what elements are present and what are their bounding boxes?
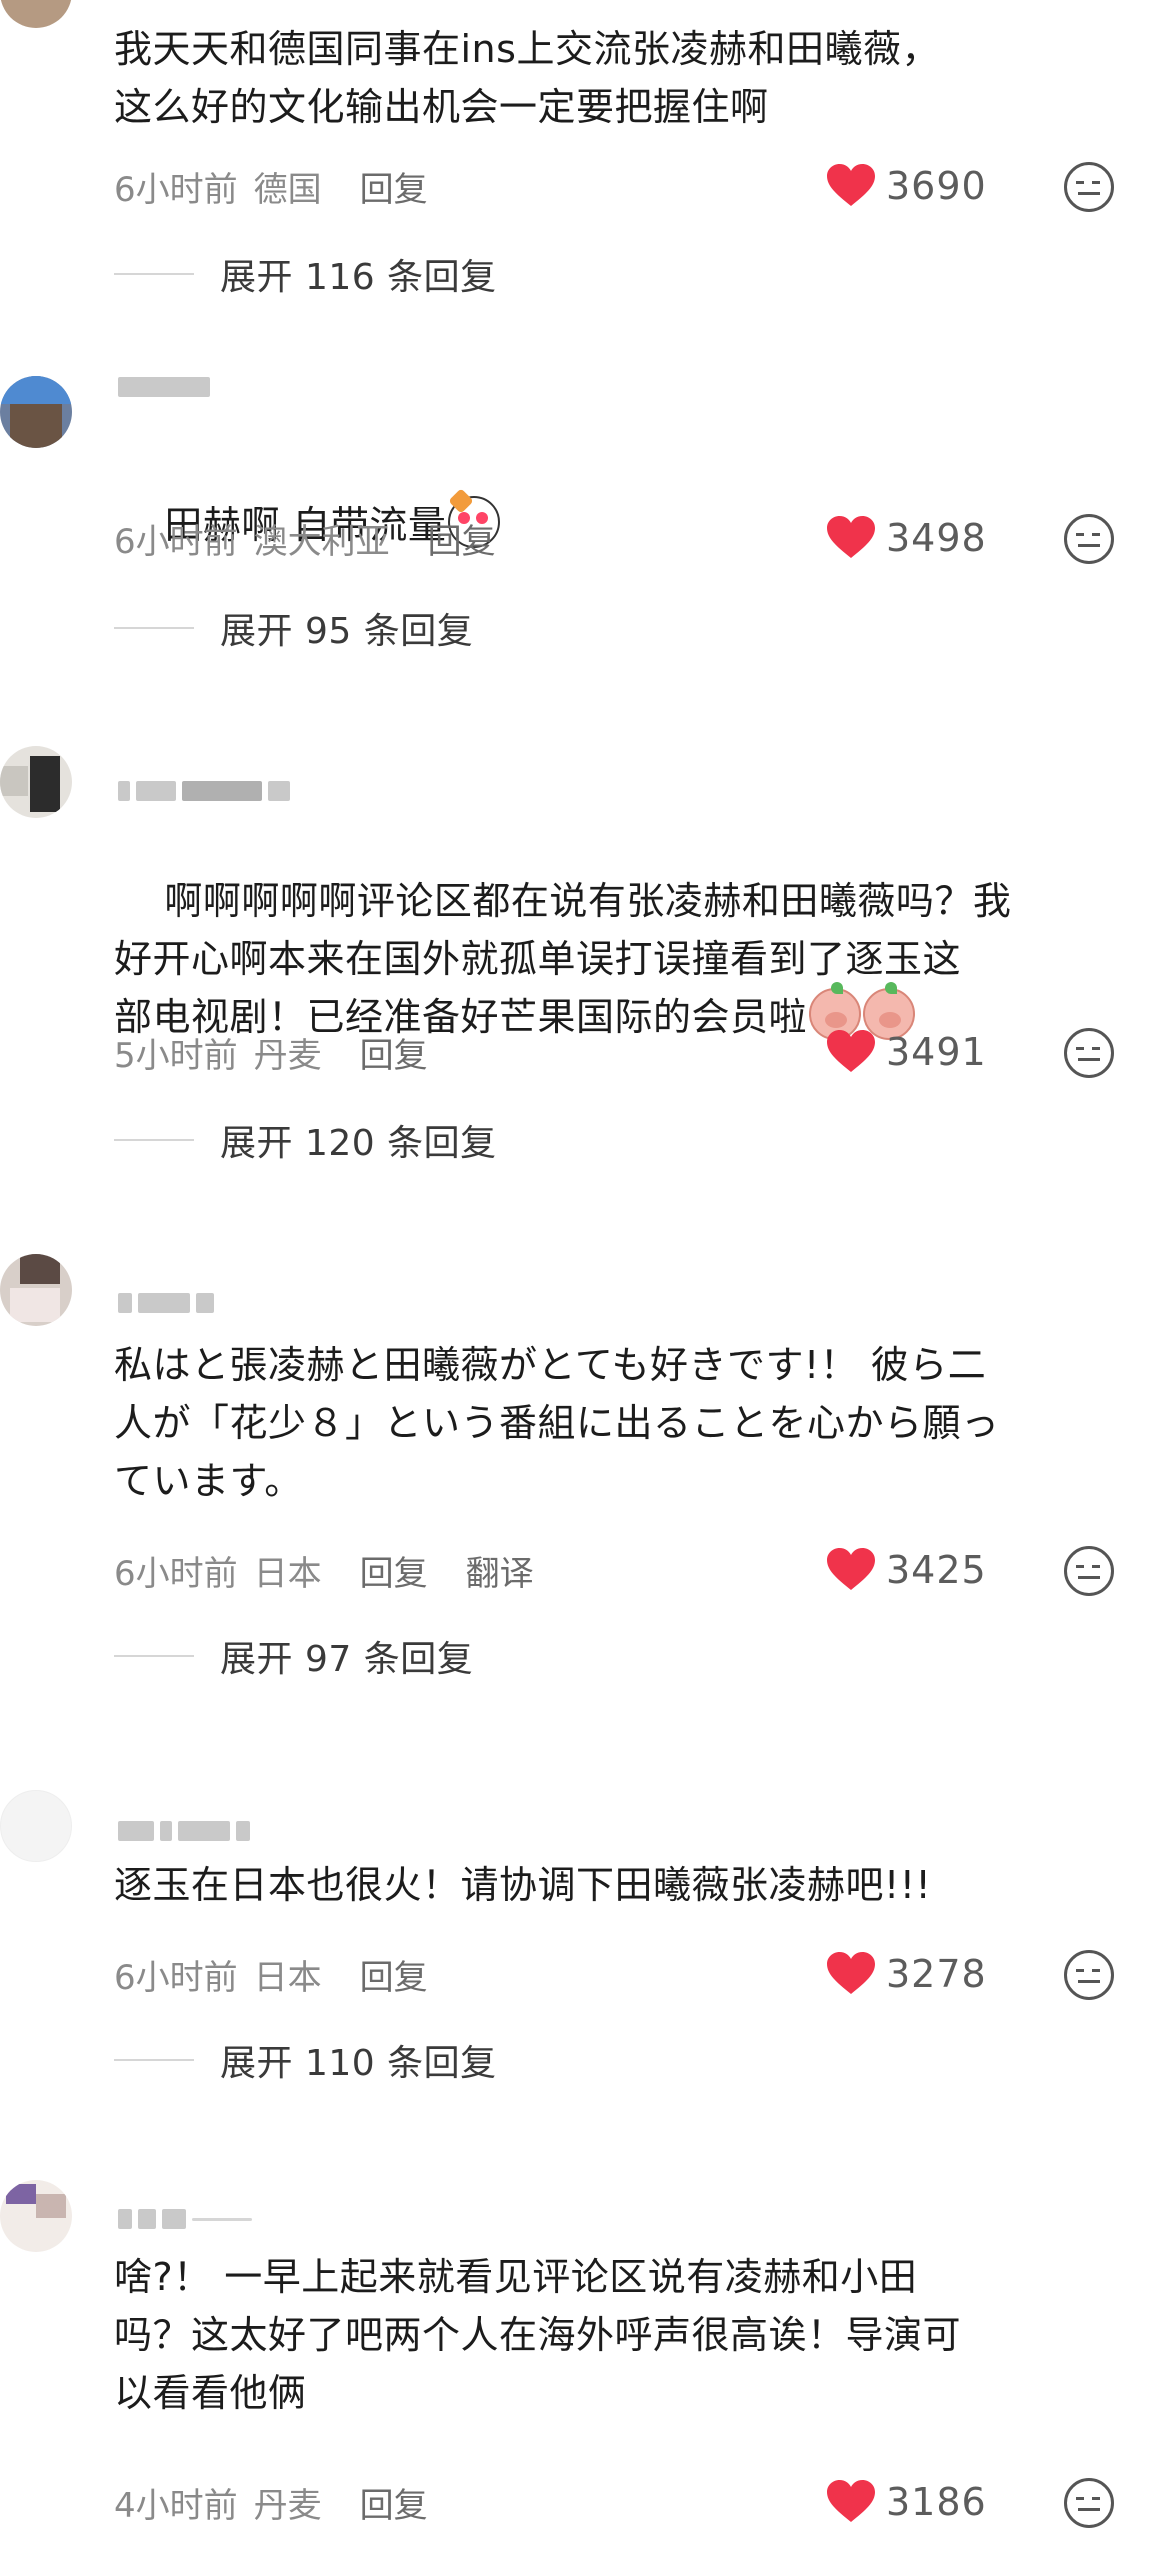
- dislike-icon[interactable]: [1064, 1028, 1114, 1078]
- comment-time: 4小时前: [114, 2485, 238, 2526]
- comment-location: 德国: [253, 169, 322, 210]
- expand-replies-label: 展开 97 条回复: [220, 1639, 474, 1680]
- heart-icon: [827, 1030, 875, 1072]
- comment-meta: 6小时前 日本 回复 翻译: [114, 1546, 534, 1594]
- reply-button[interactable]: 回复: [360, 1028, 428, 1077]
- username[interactable]: [118, 2206, 252, 2232]
- comment-meta: 6小时前 澳大利亚 回复: [114, 514, 534, 562]
- comment-meta: 6小时前 德国 回复: [114, 162, 466, 210]
- avatar[interactable]: [0, 1790, 72, 1862]
- comment-meta: 5小时前 丹麦 回复: [114, 1028, 466, 1076]
- expand-replies[interactable]: 展开 97 条回复: [114, 1632, 473, 1680]
- expand-replies-label: 展开 116 条回复: [220, 257, 497, 298]
- divider-line: [114, 627, 194, 629]
- dislike-icon[interactable]: [1064, 2478, 1114, 2528]
- expand-replies[interactable]: 展开 116 条回复: [114, 250, 497, 298]
- comment-time: 5小时前: [114, 1035, 238, 1076]
- username[interactable]: [118, 778, 290, 804]
- comment-location: 日本: [253, 1957, 322, 1998]
- expand-replies[interactable]: 展开 95 条回复: [114, 604, 473, 652]
- comment-location: 澳大利亚: [253, 521, 390, 562]
- username[interactable]: [118, 374, 210, 400]
- like-count: 3425: [886, 1548, 987, 1592]
- comment-text: 我天天和德国同事在ins上交流张凌赫和田曦薇， 这么好的文化输出机会一定要把握住…: [114, 27, 940, 129]
- heart-icon: [827, 1548, 875, 1590]
- expand-replies-label: 展开 120 条回复: [220, 1123, 497, 1164]
- avatar[interactable]: [0, 0, 72, 28]
- divider-line: [114, 273, 194, 275]
- comment-time: 6小时前: [114, 1553, 238, 1594]
- like-count: 3278: [886, 1952, 987, 1996]
- dislike-icon[interactable]: [1064, 1950, 1114, 2000]
- avatar[interactable]: [0, 2180, 72, 2252]
- translate-button[interactable]: 翻译: [466, 1546, 534, 1595]
- reply-button[interactable]: 回复: [360, 2478, 428, 2527]
- comment-text: 逐玉在日本也很火！请协调下田曦薇张凌赫吧!!!: [114, 1863, 932, 1907]
- comment-location: 日本: [253, 1553, 322, 1594]
- like-count: 3498: [886, 516, 987, 560]
- avatar[interactable]: [0, 376, 72, 448]
- heart-icon: [827, 516, 875, 558]
- username[interactable]: [118, 1290, 214, 1316]
- dislike-icon[interactable]: [1064, 162, 1114, 212]
- like-button[interactable]: 3186: [826, 2478, 987, 2526]
- like-button[interactable]: 3425: [826, 1546, 987, 1594]
- like-button[interactable]: 3491: [826, 1028, 987, 1076]
- comment-meta: 4小时前 丹麦 回复: [114, 2478, 466, 2526]
- expand-replies-label: 展开 95 条回复: [220, 611, 474, 652]
- reply-button[interactable]: 回复: [360, 1950, 428, 1999]
- avatar[interactable]: [0, 746, 72, 818]
- heart-icon: [827, 1952, 875, 1994]
- comment-time: 6小时前: [114, 521, 238, 562]
- comment-meta: 6小时前 日本 回复: [114, 1950, 466, 1998]
- divider-line: [114, 1139, 194, 1141]
- comment-time: 6小时前: [114, 1957, 238, 1998]
- dislike-icon[interactable]: [1064, 514, 1114, 564]
- comment-location: 丹麦: [253, 2485, 322, 2526]
- expand-replies-label: 展开 110 条回复: [220, 2043, 497, 2084]
- dislike-icon[interactable]: [1064, 1546, 1114, 1596]
- like-button[interactable]: 3690: [826, 162, 987, 210]
- divider-line: [114, 2059, 194, 2061]
- reply-button[interactable]: 回复: [428, 514, 496, 563]
- expand-replies[interactable]: 展开 120 条回复: [114, 1116, 497, 1164]
- like-count: 3186: [886, 2480, 987, 2524]
- reply-button[interactable]: 回复: [360, 162, 428, 211]
- reply-button[interactable]: 回复: [360, 1546, 428, 1595]
- like-button[interactable]: 3278: [826, 1950, 987, 1998]
- comment-text: 啥?！ 一早上起来就看见评论区说有凌赫和小田 吗？这太好了吧两个人在海外呼声很高…: [114, 2255, 962, 2415]
- like-count: 3690: [886, 164, 987, 208]
- like-button[interactable]: 3498: [826, 514, 987, 562]
- comment-location: 丹麦: [253, 1035, 322, 1076]
- like-count: 3491: [886, 1030, 987, 1074]
- expand-replies[interactable]: 展开 110 条回复: [114, 2036, 497, 2084]
- comment-text: 私はと張凌赫と田曦薇がとても好きです!！ 彼ら二 人が「花少８」という番組に出る…: [114, 1343, 1000, 1503]
- avatar[interactable]: [0, 1254, 72, 1326]
- heart-icon: [827, 2480, 875, 2522]
- divider-line: [114, 1655, 194, 1657]
- username[interactable]: [118, 1818, 250, 1844]
- heart-icon: [827, 164, 875, 206]
- comment-time: 6小时前: [114, 169, 238, 210]
